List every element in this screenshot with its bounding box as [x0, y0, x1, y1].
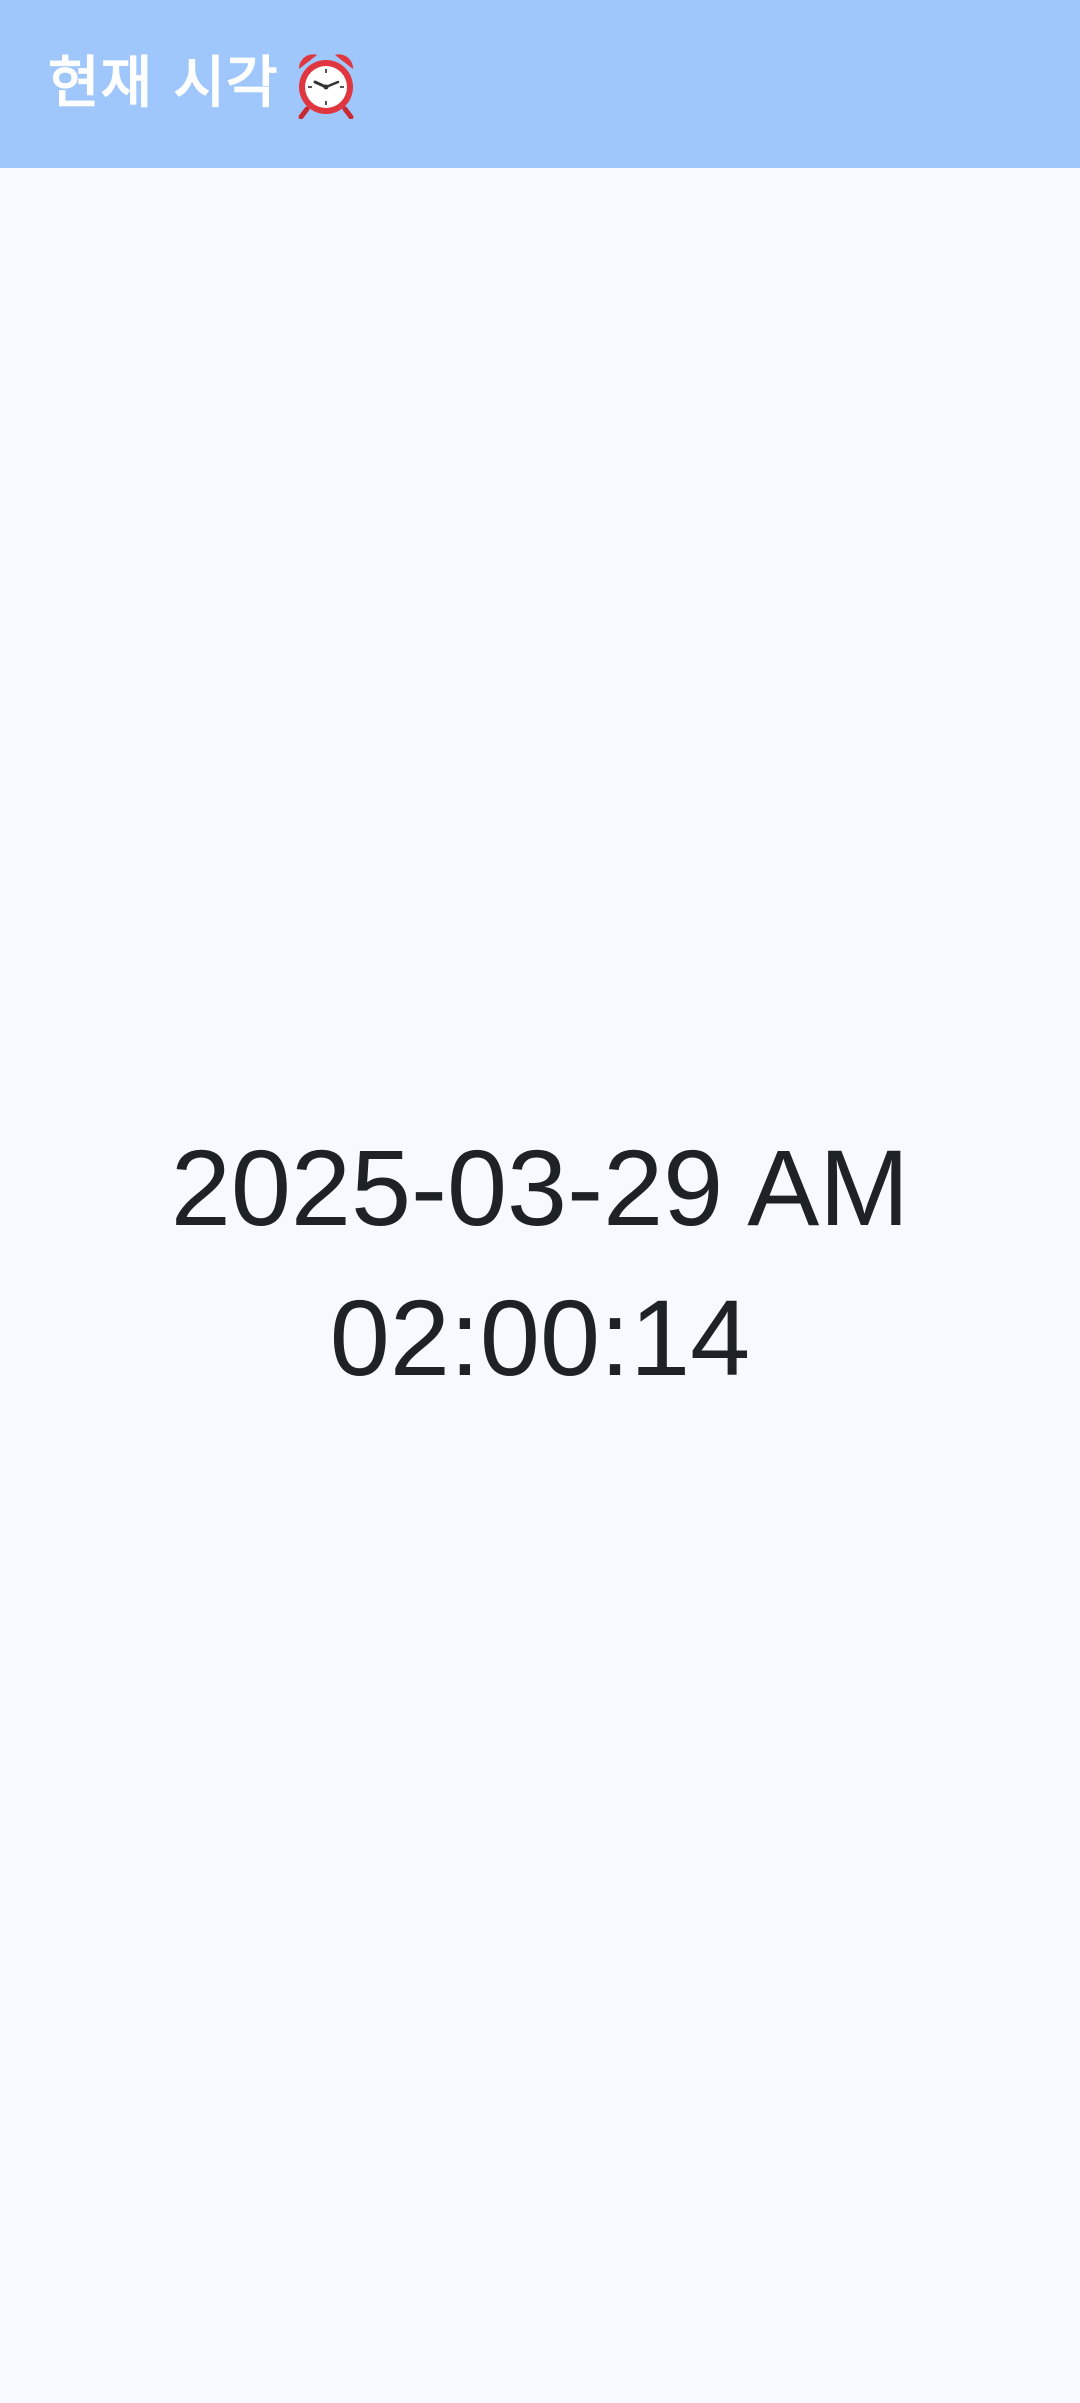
- app-bar: 현재 시각: [0, 0, 1080, 168]
- main-content: 2025-03-29 AM 02:00:14: [0, 168, 1080, 2403]
- time-line: 02:00:14: [329, 1276, 751, 1398]
- current-time-display: 2025-03-29 AM 02:00:14: [171, 1113, 910, 1413]
- app-title-text: 현재 시각: [48, 51, 279, 116]
- alarm-clock-icon: [293, 49, 359, 120]
- date-line: 2025-03-29 AM: [170, 1126, 910, 1248]
- app-title: 현재 시각: [48, 49, 359, 120]
